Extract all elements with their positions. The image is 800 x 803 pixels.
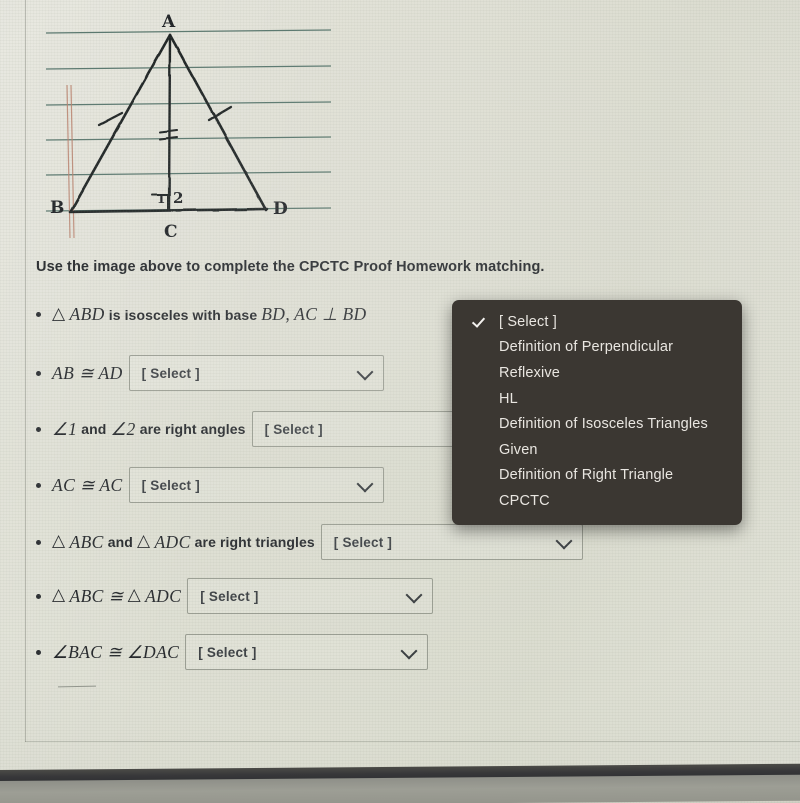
proof-reason-dropdown-popup[interactable]: [ Select ] Definition of Perpendicular R… [452, 300, 742, 525]
select-value: [ Select ] [141, 477, 200, 493]
select-value: [ Select ] [198, 644, 257, 660]
statement-row-1: △ ABD is isosceles with base BD, AC ⊥ BD [36, 304, 367, 325]
dropdown-option-definition-of-perpendicular[interactable]: Definition of Perpendicular [452, 335, 742, 361]
chevron-down-icon [356, 363, 374, 381]
statement-text-6: △ ABC ≅ △ ADC [52, 585, 182, 607]
statement-row-2: AB ≅ AD [ Select ] [36, 355, 384, 391]
dropdown-option-label: Definition of Perpendicular [499, 339, 674, 356]
chevron-down-icon [400, 642, 418, 660]
text-isosceles-with-base: is isosceles with base [108, 306, 258, 323]
math-ac-cong-ac: AC ≅ AC [52, 474, 123, 495]
statement-row-5: △ ABC and △ ADC are right triangles [ Se… [36, 524, 583, 560]
triangle-symbol: △ [52, 531, 66, 551]
statement-text-4: AC ≅ AC [52, 475, 123, 496]
select-value: [ Select ] [200, 588, 259, 604]
bullet-point [36, 593, 41, 599]
select-statement-2[interactable]: [ Select ] [128, 355, 384, 391]
content-left-border [25, 0, 26, 742]
geometry-diagram-image: A B C D 1 2 [34, 0, 344, 248]
math-abd: ABD [69, 304, 105, 324]
label-angle-2: 2 [173, 189, 183, 207]
triangle-symbol: △ [127, 585, 142, 605]
label-A: A [161, 12, 176, 32]
select-statement-5[interactable]: [ Select ] [320, 524, 583, 560]
triangle-symbol: △ [136, 531, 151, 551]
dropdown-option-label: CPCTC [499, 492, 550, 509]
text-and: and [81, 421, 107, 437]
notebook-rule-lines [45, 29, 332, 212]
select-value: [ Select ] [141, 365, 200, 381]
math-angle-2: ∠2 [110, 418, 136, 439]
dropdown-option-label: Definition of Right Triangle [499, 467, 674, 484]
math-bd: BD, [261, 304, 291, 324]
text-and: and [107, 534, 133, 550]
statement-text-7: ∠BAC ≅ ∠DAC [52, 642, 179, 663]
statement-row-7: ∠BAC ≅ ∠DAC [ Select ] [36, 634, 429, 670]
bullet-point [36, 312, 41, 317]
content-bottom-border [25, 741, 800, 742]
dropdown-option-label: Reflexive [499, 364, 560, 381]
statement-text-3: ∠1 and ∠2 are right angles [52, 419, 246, 440]
statement-row-3: ∠1 and ∠2 are right angles [ Select ] [36, 411, 507, 447]
math-ac-perp-bd: AC ⊥ BD [294, 304, 367, 324]
dropdown-option-label: [ Select ] [499, 313, 557, 330]
photographed-screen: A B C D 1 2 Use the image above to compl… [0, 0, 800, 803]
bullet-point [36, 482, 41, 488]
dropdown-option-hl[interactable]: HL [452, 386, 742, 412]
chevron-down-icon [405, 586, 423, 604]
math-adc: ADC [154, 531, 191, 552]
dropdown-option-definition-of-isosceles-triangles[interactable]: Definition of Isosceles Triangles [452, 411, 742, 437]
label-B: B [50, 198, 64, 218]
dropdown-option-label: Given [499, 441, 538, 458]
bullet-point [36, 539, 41, 545]
bullet-point [36, 649, 41, 655]
label-angle-1: 1 [157, 192, 165, 206]
math-adc: ADC [145, 585, 182, 606]
bullet-point [36, 370, 41, 376]
triangle-abd-strokes [68, 33, 269, 214]
dropdown-option-given[interactable]: Given [452, 437, 742, 463]
dropdown-option-definition-of-right-triangle[interactable]: Definition of Right Triangle [452, 463, 742, 489]
notebook-margin-lines [66, 84, 75, 239]
dropdown-option-cpctc[interactable]: CPCTC [452, 488, 742, 514]
bullet-point [36, 426, 41, 432]
chevron-down-icon [555, 532, 573, 550]
math-angle-1: ∠1 [52, 418, 78, 439]
select-value: [ Select ] [264, 421, 323, 437]
math-ab-cong-ad: AB ≅ AD [52, 362, 123, 383]
select-value: [ Select ] [333, 534, 393, 550]
statement-row-4: AC ≅ AC [ Select ] [36, 467, 384, 503]
instructions-text: Use the image above to complete the CPCT… [36, 259, 545, 275]
triangle-symbol: △ [52, 585, 66, 605]
math-abc-cong: ABC ≅ [69, 585, 124, 606]
statement-text-1: △ ABD is isosceles with base BD, AC ⊥ BD [52, 304, 367, 325]
dropdown-option-label: HL [499, 390, 518, 407]
statement-text-5: △ ABC and △ ADC are right triangles [52, 531, 315, 553]
math-abc: ABC [69, 531, 104, 552]
triangle-symbol: △ [52, 303, 66, 324]
dropdown-option-label: Definition of Isosceles Triangles [499, 416, 708, 433]
select-statement-4[interactable]: [ Select ] [128, 467, 384, 503]
statement-text-2: AB ≅ AD [52, 363, 123, 384]
label-D: D [273, 199, 288, 219]
select-statement-6[interactable]: [ Select ] [187, 578, 434, 614]
statement-row-6: △ ABC ≅ △ ADC [ Select ] [36, 578, 434, 614]
text-are-right-angles: are right angles [139, 421, 246, 437]
dropdown-option-reflexive[interactable]: Reflexive [452, 360, 742, 386]
math-angle-bac-cong-dac: ∠BAC ≅ ∠DAC [52, 641, 180, 662]
text-are-right-triangles: are right triangles [194, 534, 315, 550]
checkmark-icon [474, 314, 486, 326]
select-statement-7[interactable]: [ Select ] [185, 634, 429, 670]
label-C: C [164, 222, 178, 242]
dropdown-option-select[interactable]: [ Select ] [452, 309, 742, 335]
chevron-down-icon [356, 475, 374, 493]
